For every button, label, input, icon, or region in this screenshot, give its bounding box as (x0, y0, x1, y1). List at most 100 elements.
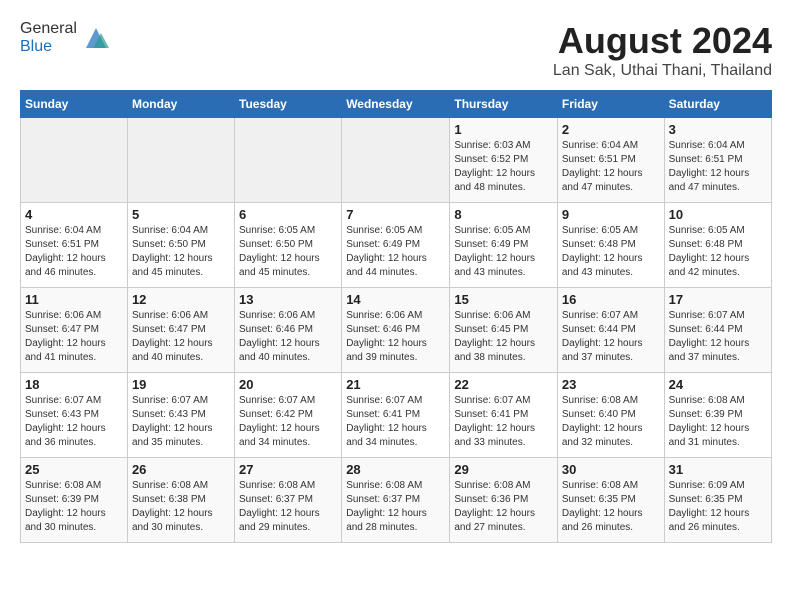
calendar-cell: 25 Sunrise: 6:08 AM Sunset: 6:39 PM Dayl… (21, 458, 128, 543)
calendar-cell: 9 Sunrise: 6:05 AM Sunset: 6:48 PM Dayli… (557, 203, 664, 288)
calendar-cell: 21 Sunrise: 6:07 AM Sunset: 6:41 PM Dayl… (342, 373, 450, 458)
calendar-cell: 2 Sunrise: 6:04 AM Sunset: 6:51 PM Dayli… (557, 118, 664, 203)
day-number: 15 (454, 292, 553, 307)
calendar-cell: 29 Sunrise: 6:08 AM Sunset: 6:36 PM Dayl… (450, 458, 558, 543)
day-number: 7 (346, 207, 445, 222)
day-info: Sunrise: 6:06 AM Sunset: 6:45 PM Dayligh… (454, 309, 553, 365)
calendar-week-row: 18 Sunrise: 6:07 AM Sunset: 6:43 PM Dayl… (21, 373, 772, 458)
weekday-header-friday: Friday (557, 91, 664, 118)
day-number: 17 (669, 292, 767, 307)
calendar-cell: 12 Sunrise: 6:06 AM Sunset: 6:47 PM Dayl… (127, 288, 234, 373)
calendar-cell (127, 118, 234, 203)
calendar-cell: 22 Sunrise: 6:07 AM Sunset: 6:41 PM Dayl… (450, 373, 558, 458)
calendar-cell: 3 Sunrise: 6:04 AM Sunset: 6:51 PM Dayli… (664, 118, 771, 203)
day-info: Sunrise: 6:05 AM Sunset: 6:48 PM Dayligh… (562, 224, 660, 280)
day-info: Sunrise: 6:08 AM Sunset: 6:40 PM Dayligh… (562, 394, 660, 450)
day-number: 1 (454, 122, 553, 137)
calendar-week-row: 25 Sunrise: 6:08 AM Sunset: 6:39 PM Dayl… (21, 458, 772, 543)
logo: General Blue (20, 20, 111, 56)
logo-icon (81, 23, 111, 53)
day-number: 22 (454, 377, 553, 392)
day-number: 19 (132, 377, 230, 392)
day-info: Sunrise: 6:05 AM Sunset: 6:49 PM Dayligh… (454, 224, 553, 280)
day-number: 13 (239, 292, 337, 307)
day-info: Sunrise: 6:08 AM Sunset: 6:35 PM Dayligh… (562, 479, 660, 535)
day-info: Sunrise: 6:06 AM Sunset: 6:46 PM Dayligh… (346, 309, 445, 365)
logo-general: General (20, 20, 77, 38)
day-info: Sunrise: 6:08 AM Sunset: 6:39 PM Dayligh… (669, 394, 767, 450)
day-number: 8 (454, 207, 553, 222)
calendar-cell: 10 Sunrise: 6:05 AM Sunset: 6:48 PM Dayl… (664, 203, 771, 288)
calendar-cell: 24 Sunrise: 6:08 AM Sunset: 6:39 PM Dayl… (664, 373, 771, 458)
title-block: August 2024 Lan Sak, Uthai Thani, Thaila… (553, 20, 772, 80)
day-info: Sunrise: 6:08 AM Sunset: 6:39 PM Dayligh… (25, 479, 123, 535)
day-info: Sunrise: 6:04 AM Sunset: 6:51 PM Dayligh… (669, 139, 767, 195)
day-number: 16 (562, 292, 660, 307)
day-info: Sunrise: 6:04 AM Sunset: 6:51 PM Dayligh… (25, 224, 123, 280)
calendar-cell: 31 Sunrise: 6:09 AM Sunset: 6:35 PM Dayl… (664, 458, 771, 543)
calendar-cell: 6 Sunrise: 6:05 AM Sunset: 6:50 PM Dayli… (235, 203, 342, 288)
calendar-cell: 19 Sunrise: 6:07 AM Sunset: 6:43 PM Dayl… (127, 373, 234, 458)
weekday-header-saturday: Saturday (664, 91, 771, 118)
day-number: 9 (562, 207, 660, 222)
day-number: 2 (562, 122, 660, 137)
day-number: 11 (25, 292, 123, 307)
day-number: 14 (346, 292, 445, 307)
calendar-cell: 30 Sunrise: 6:08 AM Sunset: 6:35 PM Dayl… (557, 458, 664, 543)
day-info: Sunrise: 6:06 AM Sunset: 6:47 PM Dayligh… (132, 309, 230, 365)
weekday-header-wednesday: Wednesday (342, 91, 450, 118)
day-info: Sunrise: 6:07 AM Sunset: 6:43 PM Dayligh… (25, 394, 123, 450)
calendar-cell: 27 Sunrise: 6:08 AM Sunset: 6:37 PM Dayl… (235, 458, 342, 543)
calendar-cell: 11 Sunrise: 6:06 AM Sunset: 6:47 PM Dayl… (21, 288, 128, 373)
calendar-cell (21, 118, 128, 203)
day-number: 30 (562, 462, 660, 477)
day-number: 12 (132, 292, 230, 307)
logo-text: General Blue (20, 20, 111, 56)
calendar-cell: 13 Sunrise: 6:06 AM Sunset: 6:46 PM Dayl… (235, 288, 342, 373)
page-header: General Blue August 2024 Lan Sak, Uthai … (20, 20, 772, 80)
day-number: 31 (669, 462, 767, 477)
weekday-header-monday: Monday (127, 91, 234, 118)
day-info: Sunrise: 6:09 AM Sunset: 6:35 PM Dayligh… (669, 479, 767, 535)
day-number: 23 (562, 377, 660, 392)
day-info: Sunrise: 6:07 AM Sunset: 6:41 PM Dayligh… (346, 394, 445, 450)
calendar-cell: 20 Sunrise: 6:07 AM Sunset: 6:42 PM Dayl… (235, 373, 342, 458)
day-info: Sunrise: 6:08 AM Sunset: 6:36 PM Dayligh… (454, 479, 553, 535)
calendar-cell: 14 Sunrise: 6:06 AM Sunset: 6:46 PM Dayl… (342, 288, 450, 373)
day-info: Sunrise: 6:04 AM Sunset: 6:51 PM Dayligh… (562, 139, 660, 195)
day-number: 26 (132, 462, 230, 477)
calendar-cell: 17 Sunrise: 6:07 AM Sunset: 6:44 PM Dayl… (664, 288, 771, 373)
day-info: Sunrise: 6:05 AM Sunset: 6:50 PM Dayligh… (239, 224, 337, 280)
day-number: 6 (239, 207, 337, 222)
day-info: Sunrise: 6:03 AM Sunset: 6:52 PM Dayligh… (454, 139, 553, 195)
day-number: 10 (669, 207, 767, 222)
day-info: Sunrise: 6:08 AM Sunset: 6:37 PM Dayligh… (346, 479, 445, 535)
calendar-header-row: SundayMondayTuesdayWednesdayThursdayFrid… (21, 91, 772, 118)
calendar-cell: 5 Sunrise: 6:04 AM Sunset: 6:50 PM Dayli… (127, 203, 234, 288)
day-number: 24 (669, 377, 767, 392)
calendar-cell: 26 Sunrise: 6:08 AM Sunset: 6:38 PM Dayl… (127, 458, 234, 543)
day-number: 21 (346, 377, 445, 392)
calendar-cell: 7 Sunrise: 6:05 AM Sunset: 6:49 PM Dayli… (342, 203, 450, 288)
day-info: Sunrise: 6:05 AM Sunset: 6:49 PM Dayligh… (346, 224, 445, 280)
calendar-cell: 4 Sunrise: 6:04 AM Sunset: 6:51 PM Dayli… (21, 203, 128, 288)
day-info: Sunrise: 6:08 AM Sunset: 6:37 PM Dayligh… (239, 479, 337, 535)
calendar-cell: 16 Sunrise: 6:07 AM Sunset: 6:44 PM Dayl… (557, 288, 664, 373)
day-number: 27 (239, 462, 337, 477)
day-info: Sunrise: 6:07 AM Sunset: 6:41 PM Dayligh… (454, 394, 553, 450)
calendar-cell: 8 Sunrise: 6:05 AM Sunset: 6:49 PM Dayli… (450, 203, 558, 288)
day-number: 29 (454, 462, 553, 477)
day-info: Sunrise: 6:05 AM Sunset: 6:48 PM Dayligh… (669, 224, 767, 280)
day-info: Sunrise: 6:07 AM Sunset: 6:43 PM Dayligh… (132, 394, 230, 450)
day-info: Sunrise: 6:06 AM Sunset: 6:47 PM Dayligh… (25, 309, 123, 365)
day-number: 4 (25, 207, 123, 222)
calendar-week-row: 11 Sunrise: 6:06 AM Sunset: 6:47 PM Dayl… (21, 288, 772, 373)
day-number: 5 (132, 207, 230, 222)
day-info: Sunrise: 6:07 AM Sunset: 6:42 PM Dayligh… (239, 394, 337, 450)
weekday-header-sunday: Sunday (21, 91, 128, 118)
calendar-cell (235, 118, 342, 203)
day-info: Sunrise: 6:07 AM Sunset: 6:44 PM Dayligh… (562, 309, 660, 365)
day-number: 28 (346, 462, 445, 477)
day-number: 25 (25, 462, 123, 477)
calendar-cell (342, 118, 450, 203)
